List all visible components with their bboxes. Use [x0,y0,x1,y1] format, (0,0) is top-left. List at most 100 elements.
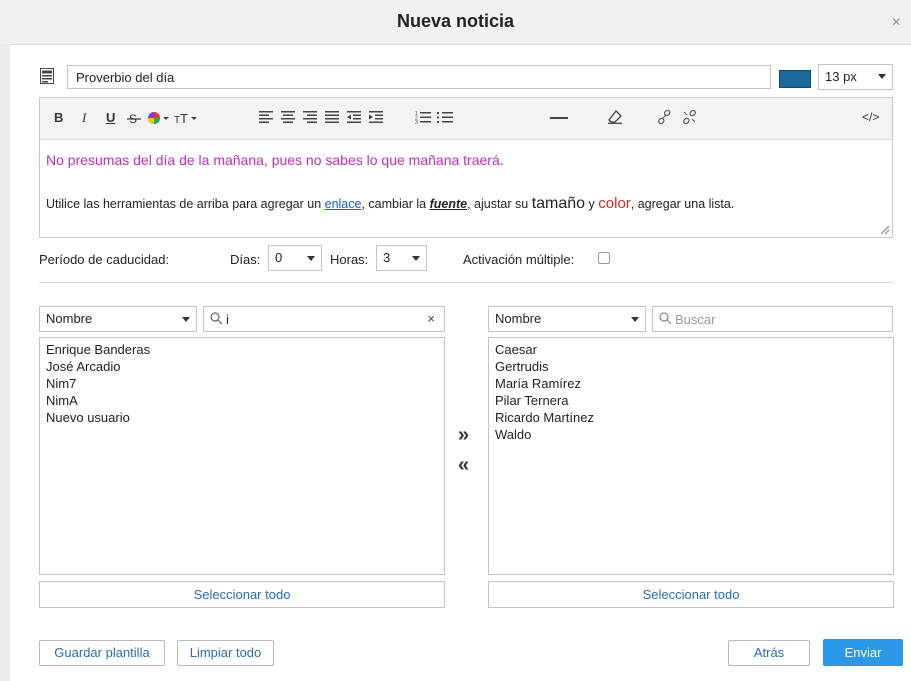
font-size-select[interactable]: 13 px [818,64,893,90]
list-item[interactable]: Nuevo usuario [46,409,438,426]
unlink-icon [683,110,696,124]
save-template-button[interactable]: Guardar plantilla [39,640,165,666]
text-size-icon: T T [174,111,197,125]
italic-button[interactable]: I [82,110,86,126]
ordered-list-button[interactable]: 123 [415,110,431,124]
chevron-down-icon [412,256,420,261]
list-item[interactable]: José Arcadio [46,358,438,375]
selected-users-list[interactable]: Caesar Gertrudis María Ramírez Pilar Ter… [488,337,894,575]
source-code-button[interactable]: </> [862,110,879,124]
instructions-text-1: Utilice las herramientas de arriba para … [46,197,325,211]
horizontal-rule-button[interactable] [550,117,568,120]
multiple-activation-label: Activación múltiple: [463,252,575,267]
days-label: Días: [230,252,261,267]
editor-line-proverb: No presumas del día de la mañana, pues n… [46,152,504,168]
ordered-list-icon: 123 [415,111,431,124]
strikethrough-button[interactable]: S [127,111,141,125]
left-search-value: i [226,312,229,327]
expiry-label: Período de caducidad: [39,252,170,267]
list-item[interactable]: Gertrudis [495,358,887,375]
send-button[interactable]: Enviar [823,639,903,666]
list-item[interactable]: Ricardo Martínez [495,409,887,426]
right-filter-value: Nombre [495,311,542,326]
font-color-swatch[interactable] [779,70,811,88]
left-filter-select[interactable]: Nombre [39,306,197,332]
editor-content[interactable]: No presumas del día de la mañana, pues n… [40,139,892,237]
svg-text:3: 3 [415,120,418,124]
right-filter-select[interactable]: Nombre [488,306,646,332]
list-item[interactable]: Enrique Banderas [46,341,438,358]
left-select-all-button[interactable]: Seleccionar todo [39,581,445,608]
chevron-down-icon [307,256,315,261]
move-left-button[interactable]: « [458,454,469,477]
subject-icon [40,68,54,84]
align-center-button[interactable] [281,111,295,124]
right-search-input[interactable]: Buscar [652,306,893,332]
days-select[interactable]: 0 [268,245,322,271]
align-justify-button[interactable] [325,111,339,124]
available-users-list[interactable]: Enrique Banderas José Arcadio Nim7 NimA … [39,337,445,575]
list-item[interactable]: Waldo [495,426,887,443]
instructions-text-4: y [585,197,599,211]
multiple-activation-checkbox[interactable] [598,252,610,264]
back-button[interactable]: Atrás [728,640,810,666]
search-icon [659,312,672,325]
editor-toolbar: B I U S T T [40,98,892,140]
align-right-icon [303,111,317,123]
dialog-title: Nueva noticia [396,11,515,31]
sample-link[interactable]: enlace [325,197,362,211]
align-right-button[interactable] [303,111,317,124]
chevron-down-icon [631,317,639,322]
list-item[interactable]: Caesar [495,341,887,358]
subject-input[interactable] [67,65,771,89]
days-value: 0 [275,250,283,265]
strikethrough-icon: S [127,112,141,125]
indent-icon [369,111,383,123]
list-item[interactable]: María Ramírez [495,375,887,392]
editor-line-instructions: Utilice las herramientas de arriba para … [46,195,734,213]
clear-search-icon[interactable]: × [427,311,435,326]
text-color-button[interactable] [148,111,170,125]
hours-select[interactable]: 3 [376,245,427,271]
indent-button[interactable] [369,111,383,124]
list-item[interactable]: Pilar Ternera [495,392,887,409]
align-center-icon [281,111,295,123]
hours-label: Horas: [330,252,369,267]
list-item[interactable]: Nim7 [46,375,438,392]
font-size-value: 13 px [825,69,857,84]
left-edge-bar [0,44,10,681]
close-icon[interactable]: × [892,14,901,32]
eraser-icon [608,110,622,124]
instructions-text-5: , agregar una lista. [630,197,735,211]
link-icon [658,110,671,124]
align-left-button[interactable] [259,111,273,124]
move-right-button[interactable]: » [458,424,469,447]
unlink-button[interactable] [682,110,697,124]
chevron-down-icon [878,74,886,79]
instructions-text-2: , cambiar la [361,197,430,211]
underline-button[interactable]: U [106,110,115,125]
sample-size-word: tamaño [531,195,586,212]
link-button[interactable] [657,110,672,124]
resize-grip-icon[interactable] [881,226,889,234]
sample-font-word: fuente [429,197,468,211]
outdent-button[interactable] [347,111,361,124]
unordered-list-button[interactable] [437,110,453,124]
right-select-all-button[interactable]: Seleccionar todo [488,581,894,608]
bold-button[interactable]: B [54,110,63,125]
dialog-titlebar: Nueva noticia × [0,0,911,45]
align-justify-icon [325,111,339,123]
clear-all-button[interactable]: Limpiar todo [177,640,274,666]
svg-text:T: T [180,111,188,125]
font-size-button[interactable]: T T [174,111,198,125]
right-search-placeholder: Buscar [675,312,716,327]
divider [39,282,893,283]
list-item[interactable]: NimA [46,392,438,409]
hours-value: 3 [383,250,391,265]
sample-color-word: color [598,195,631,212]
eraser-button[interactable] [608,110,622,124]
search-icon [210,312,223,325]
left-search-input[interactable]: i × [203,306,445,332]
horizontal-rule-icon [550,117,568,119]
rich-text-editor: B I U S T T [39,97,893,238]
